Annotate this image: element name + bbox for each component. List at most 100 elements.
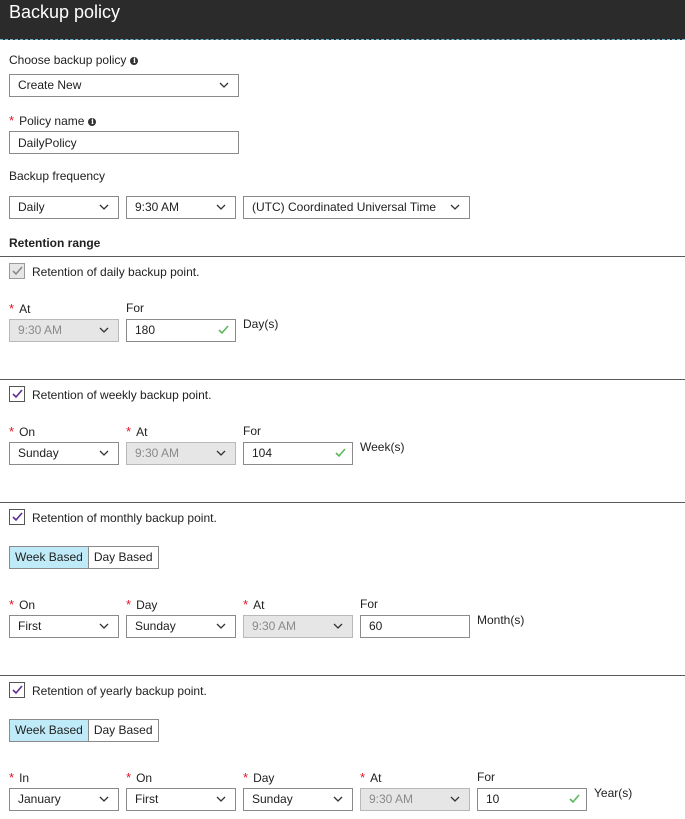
weekly-on-label-text: On — [19, 425, 36, 439]
yearly-in-value: January — [18, 792, 61, 806]
yearly-basis-toggle: Week Based Day Based — [9, 719, 159, 742]
daily-unit-label: Day(s) — [243, 317, 279, 331]
weekly-for-value: 104 — [252, 446, 273, 460]
divider — [0, 675, 685, 676]
checkmark-icon — [12, 512, 23, 522]
backup-frequency-label: Backup frequency — [9, 169, 106, 183]
weekly-at-value: 9:30 AM — [135, 446, 180, 460]
daily-at-value: 9:30 AM — [18, 323, 63, 337]
yearly-for-input[interactable]: 10 — [477, 788, 587, 811]
yearly-day-value: Sunday — [252, 792, 293, 806]
checkmark-icon — [12, 685, 23, 695]
weekly-retention-label: Retention of weekly backup point. — [32, 388, 212, 402]
daily-at-label: * At — [9, 301, 30, 316]
yearly-day-label: * Day — [243, 770, 274, 785]
required-asterisk: * — [9, 301, 15, 316]
timezone-select[interactable]: (UTC) Coordinated Universal Time — [243, 196, 470, 219]
yearly-at-select[interactable]: 9:30 AM — [360, 788, 470, 811]
yearly-day-label-text: Day — [253, 771, 275, 785]
chevron-down-icon — [450, 795, 460, 803]
yearly-day-select[interactable]: Sunday — [243, 788, 353, 811]
chevron-down-icon — [99, 326, 109, 334]
monthly-day-select[interactable]: Sunday — [126, 615, 236, 638]
weekly-for-input[interactable]: 104 — [243, 442, 353, 465]
monthly-day-based-button[interactable]: Day Based — [88, 547, 158, 568]
required-asterisk: * — [9, 597, 15, 612]
policy-name-label-text: Policy name — [19, 114, 85, 128]
chevron-down-icon — [216, 203, 226, 211]
chevron-down-icon — [219, 81, 229, 89]
choose-policy-label: Choose backup policy i — [9, 53, 139, 67]
yearly-on-label-text: On — [136, 771, 153, 785]
yearly-unit-label: Year(s) — [594, 786, 633, 800]
valid-check-icon — [569, 794, 580, 804]
retention-range-heading: Retention range — [9, 236, 101, 250]
monthly-on-select[interactable]: First — [9, 615, 119, 638]
divider — [0, 256, 685, 257]
required-asterisk: * — [9, 424, 15, 439]
frequency-time-select[interactable]: 9:30 AM — [126, 196, 236, 219]
checkmark-icon — [12, 266, 23, 276]
timezone-value: (UTC) Coordinated Universal Time — [252, 200, 437, 214]
chevron-down-icon — [216, 449, 226, 457]
chevron-down-icon — [99, 622, 109, 630]
chevron-down-icon — [333, 622, 343, 630]
policy-name-input[interactable] — [9, 131, 239, 154]
chevron-down-icon — [450, 203, 460, 211]
info-icon[interactable]: i — [130, 57, 139, 65]
monthly-on-label: * On — [9, 597, 35, 612]
weekly-on-label: * On — [9, 424, 35, 439]
chevron-down-icon — [216, 795, 226, 803]
divider — [0, 379, 685, 380]
monthly-at-label: * At — [243, 597, 264, 612]
yearly-retention-checkbox[interactable] — [9, 682, 25, 698]
page-title: Backup policy — [9, 2, 121, 22]
weekly-at-select[interactable]: 9:30 AM — [126, 442, 236, 465]
yearly-at-label-text: At — [370, 771, 382, 785]
monthly-for-label: For — [360, 597, 378, 611]
yearly-day-based-button[interactable]: Day Based — [88, 720, 158, 741]
yearly-on-label: * On — [126, 770, 152, 785]
required-asterisk: * — [9, 113, 15, 128]
daily-for-value: 180 — [135, 323, 156, 337]
choose-policy-select[interactable]: Create New — [9, 74, 239, 97]
monthly-unit-label: Month(s) — [477, 613, 525, 627]
required-asterisk: * — [360, 770, 366, 785]
yearly-at-value: 9:30 AM — [369, 792, 414, 806]
yearly-week-based-button[interactable]: Week Based — [10, 720, 89, 741]
monthly-at-select[interactable]: 9:30 AM — [243, 615, 353, 638]
weekly-retention-checkbox[interactable] — [9, 386, 25, 402]
daily-for-input[interactable]: 180 — [126, 319, 236, 342]
monthly-day-value: Sunday — [135, 619, 176, 633]
daily-at-select[interactable]: 9:30 AM — [9, 319, 119, 342]
yearly-in-label-text: In — [19, 771, 30, 785]
daily-retention-checkbox[interactable] — [9, 263, 25, 279]
yearly-on-value: First — [135, 792, 159, 806]
yearly-in-select[interactable]: January — [9, 788, 119, 811]
required-asterisk: * — [9, 770, 15, 785]
weekly-on-select[interactable]: Sunday — [9, 442, 119, 465]
divider — [0, 502, 685, 503]
daily-at-label-text: At — [19, 302, 31, 316]
policy-name-label: * Policy name i — [9, 113, 97, 128]
choose-policy-value: Create New — [18, 78, 82, 92]
required-asterisk: * — [243, 597, 249, 612]
monthly-day-label: * Day — [126, 597, 157, 612]
yearly-at-label: * At — [360, 770, 381, 785]
monthly-on-label-text: On — [19, 598, 36, 612]
frequency-time-value: 9:30 AM — [135, 200, 180, 214]
weekly-for-label: For — [243, 424, 261, 438]
info-icon[interactable]: i — [88, 118, 97, 126]
monthly-at-label-text: At — [253, 598, 265, 612]
required-asterisk: * — [243, 770, 249, 785]
chevron-down-icon — [99, 203, 109, 211]
chevron-down-icon — [99, 795, 109, 803]
weekly-at-label: * At — [126, 424, 147, 439]
frequency-period-select[interactable]: Daily — [9, 196, 119, 219]
monthly-retention-checkbox[interactable] — [9, 509, 25, 525]
monthly-week-based-button[interactable]: Week Based — [10, 547, 89, 568]
monthly-for-input[interactable]: 60 — [360, 615, 470, 638]
yearly-retention-label: Retention of yearly backup point. — [32, 684, 207, 698]
yearly-on-select[interactable]: First — [126, 788, 236, 811]
yearly-for-value: 10 — [486, 792, 500, 806]
